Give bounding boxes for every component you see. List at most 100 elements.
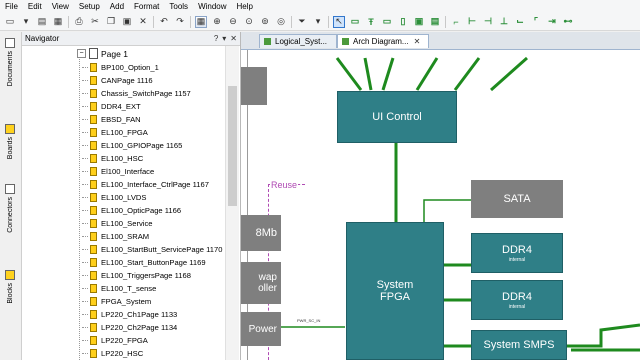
tree-item[interactable]: EL100_OpticPage 1166	[82, 204, 181, 216]
tree-item[interactable]: El100_Interface	[82, 165, 154, 177]
tree-item-label: EL100_Start_ButtonPage 1169	[101, 257, 206, 267]
scrollbar-thumb[interactable]	[228, 86, 237, 206]
tree-item[interactable]: EL100_TriggersPage 1168	[82, 269, 191, 281]
tree-item[interactable]: EL100_SRAM	[82, 230, 149, 242]
open-icon[interactable]: ▤	[36, 16, 48, 28]
block-power[interactable]: Power	[241, 312, 281, 346]
tree-item[interactable]: Chassis_SwitchPage 1157	[82, 87, 191, 99]
tree-item[interactable]: EL100_T_sense	[82, 282, 156, 294]
block-doc-icon	[90, 283, 97, 293]
tree-connector	[82, 66, 88, 68]
block-system-smps[interactable]: System SMPS	[471, 330, 567, 360]
block-swap-controller[interactable]: wap oller	[241, 262, 281, 304]
block-ui-control[interactable]: UI Control	[337, 91, 457, 143]
help-icon[interactable]: ?	[214, 34, 218, 43]
menu-tools[interactable]: Tools	[164, 0, 193, 13]
tree-item[interactable]: EL100_LVDS	[82, 191, 146, 203]
panel-tool-icon[interactable]: ▤	[429, 16, 441, 28]
net-tool-icon[interactable]: ⌙	[514, 16, 526, 28]
tab-connectors[interactable]: Connectors	[2, 184, 18, 233]
zoom-fit-icon[interactable]: ⊙	[243, 16, 255, 28]
zoom-out-icon[interactable]: ⊖	[227, 16, 239, 28]
box-tool-icon[interactable]: ▭	[381, 16, 393, 28]
block-doc-icon	[90, 192, 97, 202]
connector-tool-icon[interactable]: ⊣	[482, 16, 494, 28]
pin-dropdown-icon[interactable]: ▾	[222, 34, 226, 43]
menu-add[interactable]: Add	[105, 0, 129, 13]
tree-item[interactable]: EL100_HSC	[82, 152, 143, 164]
block-ddr4-a[interactable]: DDR4 internal	[471, 233, 563, 273]
copy-icon[interactable]: ❐	[105, 16, 117, 28]
print-icon[interactable]: ⎙	[73, 16, 85, 28]
block-8mb[interactable]: 8Mb	[241, 215, 281, 251]
tree-item[interactable]: EL100_FPGA	[82, 126, 148, 138]
arrow-tool-icon[interactable]: ⇥	[546, 16, 558, 28]
tree-item[interactable]: EL100_Start_ButtonPage 1169	[82, 256, 206, 268]
menu-window[interactable]: Window	[193, 0, 231, 13]
grid-icon[interactable]: ▦	[195, 15, 207, 28]
tab-boards[interactable]: Boards	[2, 124, 18, 159]
junction-tool-icon[interactable]: ⊷	[562, 16, 574, 28]
image-tool-icon[interactable]: ▣	[413, 16, 425, 28]
tree-item[interactable]: FPGA_System	[82, 295, 151, 307]
zoom-page-icon[interactable]: ◎	[275, 16, 287, 28]
new-icon[interactable]: ▭	[4, 16, 16, 28]
tree-item[interactable]: EL100_StartButt_ServicePage 1170	[82, 243, 222, 255]
menu-view[interactable]: View	[47, 0, 74, 13]
tab-blocks[interactable]: Blocks	[2, 270, 18, 304]
wire-tool-icon[interactable]: ⌐	[450, 16, 462, 28]
block-ddr4-b[interactable]: DDR4 internal	[471, 280, 563, 320]
navigator-scrollbar[interactable]	[225, 46, 239, 360]
tree-item-label: BP100_Option_1	[101, 62, 159, 72]
bus-tool-icon[interactable]: ⊢	[466, 16, 478, 28]
zoom-in-icon[interactable]: ⊕	[211, 16, 223, 28]
close-icon[interactable]: ✕	[230, 34, 237, 43]
port-tool-icon[interactable]: ⊥	[498, 16, 510, 28]
text-tool-icon[interactable]: Ŧ	[365, 16, 377, 28]
undo-icon[interactable]: ↶	[158, 16, 170, 28]
tree-item-label: EL100_FPGA	[101, 127, 148, 137]
label-tool-icon[interactable]: ⌜	[530, 16, 542, 28]
tree-item[interactable]: EL100_Service	[82, 217, 153, 229]
block-system-fpga[interactable]: System FPGA	[346, 222, 444, 360]
cut-icon[interactable]: ✂	[89, 16, 101, 28]
collapse-icon[interactable]: −	[77, 49, 86, 58]
rect-tool-icon[interactable]: ▯	[397, 16, 409, 28]
tree-item[interactable]: EL100_GPIOPage 1165	[82, 139, 182, 151]
filter-dropdown-icon[interactable]: ▾	[312, 16, 324, 28]
menu-help[interactable]: Help	[232, 0, 258, 13]
paste-icon[interactable]: ▣	[121, 16, 133, 28]
menu-setup[interactable]: Setup	[74, 0, 105, 13]
wire	[363, 57, 373, 91]
block-top-left[interactable]	[241, 67, 267, 105]
tree-item[interactable]: BP100_Option_1	[82, 61, 159, 73]
tree-item[interactable]: EBSD_FAN	[82, 113, 141, 125]
tree-item[interactable]: LP220_FPGA	[82, 334, 148, 346]
block-tool-icon[interactable]: ▭	[349, 16, 361, 28]
zoom-area-icon[interactable]: ⊚	[259, 16, 271, 28]
tree-item[interactable]: DDR4_EXT	[82, 100, 141, 112]
tree-item[interactable]: LP220_Ch2Page 1134	[82, 321, 177, 333]
select-pointer-icon[interactable]: ↖	[333, 15, 345, 28]
tab-arch-diagram[interactable]: Arch Diagram... ✕	[337, 34, 429, 48]
tree-guide-line	[79, 56, 80, 360]
wire	[335, 57, 363, 91]
close-tab-icon[interactable]: ✕	[414, 37, 421, 46]
tree-page-node[interactable]: − Page 1	[77, 48, 128, 59]
block-sata[interactable]: SATA	[471, 180, 563, 218]
tab-documents[interactable]: Documents	[2, 38, 18, 86]
diagram-canvas[interactable]: Reuse UI Control SATA DDR4 internal DDR4…	[241, 50, 640, 360]
tree-item[interactable]: LP220_HSC	[82, 347, 143, 359]
redo-icon[interactable]: ↷	[174, 16, 186, 28]
delete-icon[interactable]: ✕	[137, 16, 149, 28]
menu-file[interactable]: File	[0, 0, 23, 13]
tree-item[interactable]: EL100_Interface_CtrlPage 1167	[82, 178, 209, 190]
save-icon[interactable]: ▦	[52, 16, 64, 28]
tree-item[interactable]: CANPage 1116	[82, 74, 153, 86]
menu-format[interactable]: Format	[129, 0, 164, 13]
dropdown-icon[interactable]: ▾	[20, 16, 32, 28]
tab-logical-system[interactable]: Logical_Syst...	[259, 34, 337, 48]
menu-edit[interactable]: Edit	[23, 0, 47, 13]
tree-item[interactable]: LP220_Ch1Page 1133	[82, 308, 177, 320]
filter-icon[interactable]: ⏷	[296, 16, 308, 28]
